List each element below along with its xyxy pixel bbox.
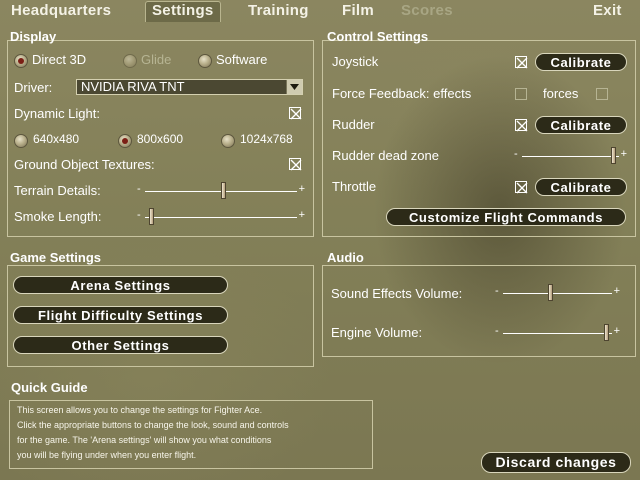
rudder-dead-thumb[interactable] xyxy=(611,147,617,164)
tab-scores: Scores xyxy=(401,2,453,19)
discard-changes-button[interactable]: Discard changes xyxy=(481,452,631,473)
sfx-volume-label: Sound Effects Volume: xyxy=(331,286,463,301)
tab-headquarters[interactable]: Headquarters xyxy=(11,2,111,20)
joystick-checkbox[interactable] xyxy=(515,56,528,69)
res-800-radio[interactable] xyxy=(118,134,132,148)
terrain-slider[interactable]: - + xyxy=(137,182,305,199)
audio-panel xyxy=(322,265,636,357)
flight-difficulty-settings-button[interactable]: Flight Difficulty Settings xyxy=(13,306,228,324)
driver-label: Driver: xyxy=(14,80,53,95)
throttle-calibrate-button[interactable]: Calibrate xyxy=(535,178,627,196)
res-640-label: 640x480 xyxy=(33,132,80,146)
rudder-dead-minus: - xyxy=(514,148,518,160)
rudder-dead-zone-slider[interactable]: - + xyxy=(514,147,627,164)
rudder-dead-zone-label: Rudder dead zone xyxy=(332,148,439,163)
terrain-thumb[interactable] xyxy=(221,182,227,199)
quick-guide-box: This screen allows you to change the set… xyxy=(9,400,373,469)
rudder-calibrate-button[interactable]: Calibrate xyxy=(535,116,627,134)
dynamic-light-label: Dynamic Light: xyxy=(14,106,100,121)
rudder-checkbox[interactable] xyxy=(515,119,528,132)
tab-film[interactable]: Film xyxy=(342,2,374,20)
smoke-thumb[interactable] xyxy=(149,208,155,225)
direct3d-label: Direct 3D xyxy=(32,52,87,67)
engine-minus: - xyxy=(495,325,499,337)
force-feedback-label: Force Feedback: effects xyxy=(332,86,472,101)
other-settings-button[interactable]: Other Settings xyxy=(13,336,228,354)
smoke-minus: - xyxy=(137,209,141,221)
engine-track xyxy=(503,333,612,334)
throttle-checkbox[interactable] xyxy=(515,181,528,194)
audio-title: Audio xyxy=(327,250,364,265)
chevron-down-icon[interactable] xyxy=(286,80,302,94)
direct3d-radio[interactable] xyxy=(14,54,28,68)
dynamic-light-checkbox[interactable] xyxy=(289,107,302,120)
engine-thumb[interactable] xyxy=(603,324,609,341)
quick-guide-title: Quick Guide xyxy=(11,380,88,395)
sfx-minus: - xyxy=(495,285,499,297)
rudder-dead-plus: + xyxy=(620,148,627,160)
engine-volume-slider[interactable]: - + xyxy=(495,324,620,341)
smoke-plus: + xyxy=(298,209,305,221)
glide-label: Glide xyxy=(141,52,172,67)
ff-forces-checkbox[interactable] xyxy=(596,88,608,100)
main-tabs: Headquarters Settings Training Film Scor… xyxy=(0,0,640,22)
res-1024-label: 1024x768 xyxy=(240,132,293,146)
smoke-slider[interactable]: - + xyxy=(137,208,305,225)
glide-radio xyxy=(123,54,137,68)
sfx-plus: + xyxy=(613,285,620,297)
display-title: Display xyxy=(10,29,57,44)
rudder-dead-track xyxy=(522,156,619,157)
engine-volume-label: Engine Volume: xyxy=(331,325,423,340)
joystick-calibrate-button[interactable]: Calibrate xyxy=(535,53,627,71)
quick-guide-line: you will be flying under when you enter … xyxy=(17,450,197,460)
terrain-label: Terrain Details: xyxy=(14,183,101,198)
ground-textures-label: Ground Object Textures: xyxy=(14,157,155,172)
quick-guide-line: Click the appropriate buttons to change … xyxy=(17,420,289,430)
software-radio[interactable] xyxy=(198,54,212,68)
ground-textures-checkbox[interactable] xyxy=(289,158,302,171)
smoke-label: Smoke Length: xyxy=(14,209,102,224)
throttle-label: Throttle xyxy=(332,179,377,194)
res-640-radio[interactable] xyxy=(14,134,28,148)
driver-value: NVIDIA RIVA TNT xyxy=(81,79,185,94)
tab-exit[interactable]: Exit xyxy=(593,2,622,20)
quick-guide-line: for the game. The 'Arena settings' will … xyxy=(17,435,272,445)
sfx-track xyxy=(503,293,612,294)
software-label: Software xyxy=(216,52,268,67)
terrain-plus: + xyxy=(298,183,305,195)
rudder-label: Rudder xyxy=(332,117,375,132)
sfx-volume-slider[interactable]: - + xyxy=(495,284,620,301)
terrain-minus: - xyxy=(137,183,141,195)
res-800-label: 800x600 xyxy=(137,132,184,146)
tab-settings[interactable]: Settings xyxy=(145,1,221,22)
tab-training[interactable]: Training xyxy=(248,2,309,20)
ff-forces-label: forces xyxy=(543,86,579,101)
quick-guide-line: This screen allows you to change the set… xyxy=(17,405,263,415)
ff-effects-checkbox[interactable] xyxy=(515,88,527,100)
arena-settings-button[interactable]: Arena Settings xyxy=(13,276,228,294)
control-title: Control Settings xyxy=(327,29,429,44)
sfx-thumb[interactable] xyxy=(547,284,553,301)
joystick-label: Joystick xyxy=(332,54,379,69)
engine-plus: + xyxy=(613,325,620,337)
smoke-track xyxy=(145,217,297,218)
res-1024-radio[interactable] xyxy=(221,134,235,148)
game-settings-title: Game Settings xyxy=(10,250,102,265)
driver-select[interactable]: NVIDIA RIVA TNT xyxy=(76,79,303,95)
customize-flight-commands-button[interactable]: Customize Flight Commands xyxy=(386,208,626,226)
